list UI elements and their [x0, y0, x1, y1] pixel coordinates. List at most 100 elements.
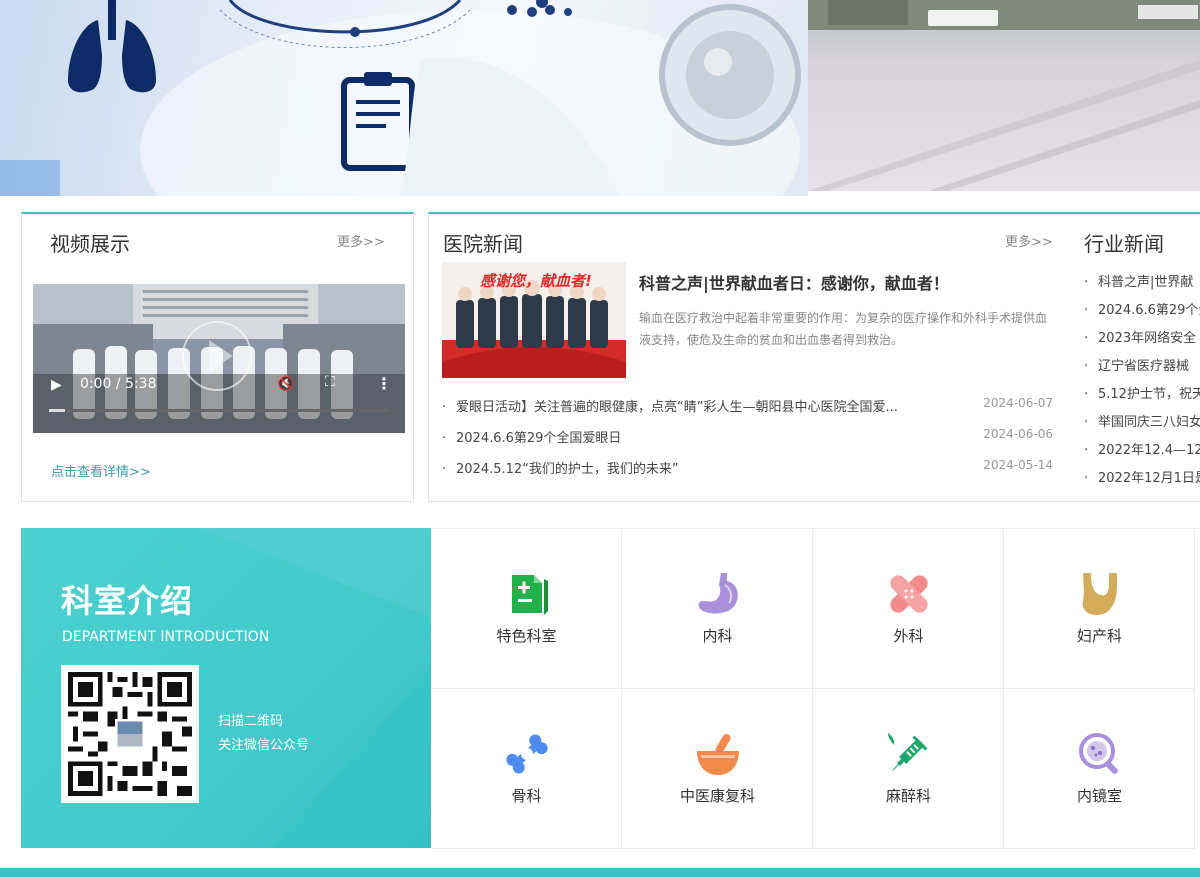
play-icon[interactable]: ▶ [51, 377, 62, 393]
bullet-dot: . [442, 427, 447, 442]
video-progress-bar[interactable] [49, 409, 389, 412]
news-panel: 医院新闻 更多>> 感谢您，献血者! 科普之声|世界献血者日：感谢你，献血者！ … [428, 212, 1200, 502]
news-item-date: 2024-05-14 [983, 458, 1053, 472]
dept-item-orthopedics[interactable]: 骨科 [431, 689, 622, 849]
dept-title: 科室介绍 [61, 582, 194, 620]
wechat-qr-code [61, 665, 199, 803]
banner-image-medical[interactable] [0, 0, 808, 196]
industry-list-item[interactable]: . 2022年12.4—12. [1084, 439, 1200, 467]
video-panel: 视频展示 更多>> ▶ 0:00 / 5:38 🔇 ⛶ ⋮ 点击查看详情>> [21, 212, 414, 502]
stethoscope-icon [659, 4, 801, 146]
video-progress-fill [49, 409, 65, 412]
dept-subtitle: DEPARTMENT INTRODUCTION [62, 629, 270, 645]
bullet-dot: . [1084, 383, 1089, 398]
footer-strip [0, 868, 1200, 877]
industry-item-title[interactable]: 辽宁省医疗器械 [1098, 355, 1189, 374]
industry-item-title[interactable]: 科普之声|世界献 [1098, 271, 1193, 290]
mortar-icon [697, 733, 739, 775]
industry-item-title[interactable]: 2022年12.4—12. [1098, 439, 1200, 458]
industry-item-title[interactable]: 2023年网络安全 [1098, 327, 1196, 346]
industry-list-item[interactable]: . 科普之声|世界献 [1084, 271, 1200, 299]
feature-news-desc: 输血在医疗救治中起着非常重要的作用：为复杂的医疗操作和外科手术提供血液支持，使危… [639, 311, 1048, 347]
page: 视频展示 更多>> ▶ 0:00 / 5:38 🔇 ⛶ ⋮ 点击查看详情>> 医… [0, 0, 1200, 877]
video-more-link[interactable]: 更多>> [337, 231, 385, 250]
magnifier-icon [1079, 733, 1118, 774]
news-panel-title: 医院新闻 [443, 232, 523, 256]
news-list-item[interactable]: . 2024.6.6第29个全国爱眼日 2024-06-06 [442, 427, 1053, 458]
campus-photo [808, 0, 1200, 191]
video-panel-title: 视频展示 [50, 232, 130, 256]
industry-item-title[interactable]: 2024.6.6第29个全 [1098, 299, 1200, 318]
bullet-dot: . [1084, 439, 1089, 454]
dept-item-internal[interactable]: 内科 [622, 529, 813, 689]
lungs-icon [68, 0, 156, 93]
syringe-icon [888, 733, 928, 771]
industry-list-item[interactable]: . 2024.6.6第29个全 [1084, 299, 1200, 327]
uterus-icon [1082, 573, 1117, 615]
bullet-dot: . [1084, 411, 1089, 426]
industry-list-item[interactable]: . 举国同庆三八妇女 [1084, 411, 1200, 439]
news-item-date: 2024-06-06 [983, 427, 1053, 441]
dept-name: 麻醉科 [885, 787, 931, 805]
qr-caption: 扫描二维码 关注微信公众号 [218, 710, 309, 758]
bullet-dot: . [1084, 467, 1089, 482]
dept-item-anesthesia[interactable]: 麻醉科 [813, 689, 1004, 849]
bullet-dot: . [442, 396, 447, 411]
department-grid: 特色科室 内科 外科 妇产科 骨科 中医康复科 麻醉科 内镜室 [431, 528, 1200, 849]
bullet-dot: . [1084, 355, 1089, 370]
document-plus-icon [512, 575, 548, 615]
bullet-dot: . [1084, 271, 1089, 286]
news-item-title[interactable]: 爱眼日活动】关注普遍的眼健康，点亮“睛”彩人生—朝阳县中心医院全国爱... [456, 396, 936, 415]
industry-item-title[interactable]: 举国同庆三八妇女 [1098, 411, 1200, 430]
industry-list-item[interactable]: . 辽宁省医疗器械 [1084, 355, 1200, 383]
news-list: . 爱眼日活动】关注普遍的眼健康，点亮“睛”彩人生—朝阳县中心医院全国爱... … [442, 396, 1053, 489]
news-item-title[interactable]: 2024.5.12“我们的护士，我们的未来” [456, 458, 936, 477]
dept-name: 内科 [702, 627, 733, 645]
dept-item-tcm-rehab[interactable]: 中医康复科 [622, 689, 813, 849]
dept-item-obgyn[interactable]: 妇产科 [1004, 529, 1195, 689]
dept-name: 妇产科 [1076, 627, 1122, 645]
news-item-date: 2024-06-07 [983, 396, 1053, 410]
dept-item-endoscopy[interactable]: 内镜室 [1004, 689, 1195, 849]
dept-item-surgery[interactable]: 外科 [813, 529, 1004, 689]
industry-item-title[interactable]: 2022年12月1日是 [1098, 467, 1200, 486]
dept-name: 骨科 [511, 787, 542, 805]
bullet-dot: . [1084, 327, 1089, 342]
news-list-item[interactable]: . 2024.5.12“我们的护士，我们的未来” 2024-05-14 [442, 458, 1053, 489]
more-options-icon[interactable]: ⋮ [376, 374, 392, 393]
qr-code-icon [68, 672, 192, 796]
industry-list-item[interactable]: . 2022年12月1日是 [1084, 467, 1200, 495]
video-detail-link[interactable]: 点击查看详情>> [51, 461, 151, 480]
industry-news-list: . 科普之声|世界献 . 2024.6.6第29个全 . 2023年网络安全 . 辽宁省… [1084, 271, 1200, 495]
qr-caption-line2: 关注微信公众号 [218, 738, 310, 753]
dept-item-special[interactable]: 特色科室 [431, 529, 622, 689]
industry-list-item[interactable]: . 5.12护士节，祝天 [1084, 383, 1200, 411]
fullscreen-icon[interactable]: ⛶ [325, 374, 335, 390]
feature-news-title[interactable]: 科普之声|世界献血者日：感谢你，献血者！ [639, 270, 949, 294]
industry-panel-title: 行业新闻 [1084, 232, 1164, 256]
hero-banner [0, 0, 1200, 196]
dept-name: 中医康复科 [679, 787, 755, 805]
bullet-dot: . [442, 458, 447, 473]
mute-icon[interactable]: 🔇 [277, 376, 294, 392]
feature-news-thumbnail[interactable]: 感谢您，献血者! [442, 262, 626, 378]
news-more-link[interactable]: 更多>> [1005, 231, 1053, 250]
dept-name: 内镜室 [1076, 787, 1122, 805]
bandage-icon [890, 575, 928, 613]
video-player[interactable]: ▶ 0:00 / 5:38 🔇 ⛶ ⋮ [33, 284, 405, 433]
banner-image-campus[interactable] [808, 0, 1200, 191]
department-intro-block: 科室介绍 DEPARTMENT INTRODUCTION 扫描二维码 关注微信公… [21, 528, 431, 848]
video-time: 0:00 / 5:38 [80, 376, 157, 392]
banner-medical-illustration [0, 0, 801, 196]
thumb-caption: 感谢您，献血者! [480, 272, 592, 290]
industry-item-title[interactable]: 5.12护士节，祝天 [1098, 383, 1200, 402]
qr-caption-line1: 扫描二维码 [218, 714, 284, 729]
dept-name: 特色科室 [496, 627, 557, 645]
news-list-item[interactable]: . 爱眼日活动】关注普遍的眼健康，点亮“睛”彩人生—朝阳县中心医院全国爱... … [442, 396, 1053, 427]
industry-list-item[interactable]: . 2023年网络安全 [1084, 327, 1200, 355]
bullet-dot: . [1084, 299, 1089, 314]
dept-name: 外科 [893, 627, 924, 645]
bone-icon [506, 734, 548, 774]
news-item-title[interactable]: 2024.6.6第29个全国爱眼日 [456, 427, 936, 446]
stomach-icon [698, 573, 738, 614]
